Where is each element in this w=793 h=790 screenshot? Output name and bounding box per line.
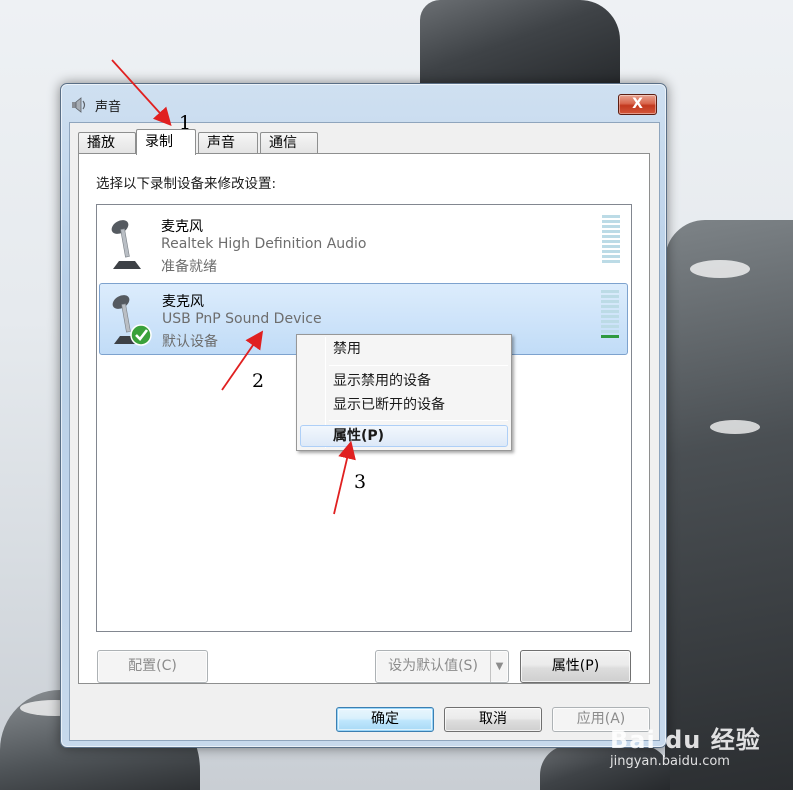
snow-patch <box>710 420 760 434</box>
menu-separator <box>329 365 508 366</box>
meter-bar <box>602 215 620 218</box>
microphone-icon <box>111 220 141 269</box>
meter-bar <box>601 310 619 313</box>
window-title: 声音 <box>95 100 122 115</box>
baidu-logo: Bai du 经验 <box>610 726 761 754</box>
mountain-peak <box>420 0 620 90</box>
meter-bar <box>602 245 620 248</box>
level-meter <box>601 290 619 342</box>
default-check-icon <box>130 324 152 346</box>
menu-item-disable[interactable]: 禁用 <box>300 338 508 360</box>
tab-sounds[interactable]: 声音 <box>198 132 258 154</box>
title-bar[interactable]: 声音 X <box>61 84 666 124</box>
tab-label: 通信 <box>269 135 297 151</box>
meter-bar <box>602 220 620 223</box>
device-name: 麦克风 <box>161 219 203 235</box>
tab-label: 录制 <box>145 134 173 150</box>
meter-bar <box>602 235 620 238</box>
close-icon: X <box>632 96 643 112</box>
meter-bar <box>602 260 620 263</box>
close-button[interactable]: X <box>618 94 657 115</box>
device-status: 默认设备 <box>162 334 218 350</box>
menu-item-show-disabled[interactable]: 显示禁用的设备 <box>300 370 508 392</box>
device-description: Realtek High Definition Audio <box>161 236 367 252</box>
instruction-text: 选择以下录制设备来修改设置: <box>96 176 277 192</box>
meter-bar <box>601 335 619 338</box>
tab-communications[interactable]: 通信 <box>260 132 318 154</box>
cancel-button[interactable]: 取消 <box>444 707 542 732</box>
menu-separator <box>329 420 508 421</box>
meter-bar <box>601 300 619 303</box>
meter-bar <box>601 315 619 318</box>
tab-playback[interactable]: 播放 <box>78 132 136 154</box>
meter-bar <box>602 240 620 243</box>
speaker-icon <box>72 97 86 113</box>
device-status: 准备就绪 <box>161 259 217 275</box>
tab-recording[interactable]: 录制 <box>136 129 196 155</box>
baidu-watermark: Bai du 经验 jingyan.baidu.com <box>580 690 793 790</box>
meter-bar <box>602 255 620 258</box>
level-meter <box>602 215 620 267</box>
configure-button[interactable]: 配置(C) <box>97 650 208 683</box>
device-description: USB PnP Sound Device <box>162 311 322 327</box>
watermark-url: jingyan.baidu.com <box>610 754 730 769</box>
device-item-realtek[interactable]: 麦克风 Realtek High Definition Audio 准备就绪 <box>99 209 628 281</box>
chevron-down-icon[interactable]: ▼ <box>490 651 508 682</box>
set-default-label: 设为默认值(S) <box>388 658 478 674</box>
tab-label: 播放 <box>87 135 115 151</box>
menu-item-show-disconnected[interactable]: 显示已断开的设备 <box>300 394 508 416</box>
menu-item-properties[interactable]: 属性(P) <box>300 425 508 447</box>
device-name: 麦克风 <box>162 294 204 310</box>
snow-patch <box>690 260 750 278</box>
meter-bar <box>601 320 619 323</box>
meter-bar <box>602 230 620 233</box>
annotation-number: 2 <box>252 370 265 392</box>
meter-bar <box>601 305 619 308</box>
meter-bar <box>601 290 619 293</box>
ok-button[interactable]: 确定 <box>336 707 434 732</box>
context-menu: 禁用 显示禁用的设备 显示已断开的设备 属性(P) <box>296 334 512 451</box>
annotation-number: 3 <box>354 471 367 493</box>
tab-label: 声音 <box>207 135 235 151</box>
properties-button[interactable]: 属性(P) <box>520 650 631 683</box>
meter-bar <box>602 250 620 253</box>
meter-bar <box>601 295 619 298</box>
meter-bar <box>602 225 620 228</box>
microphone-icon <box>112 295 152 346</box>
set-default-button[interactable]: 设为默认值(S) ▼ <box>375 650 509 683</box>
meter-bar <box>601 330 619 333</box>
meter-bar <box>601 325 619 328</box>
